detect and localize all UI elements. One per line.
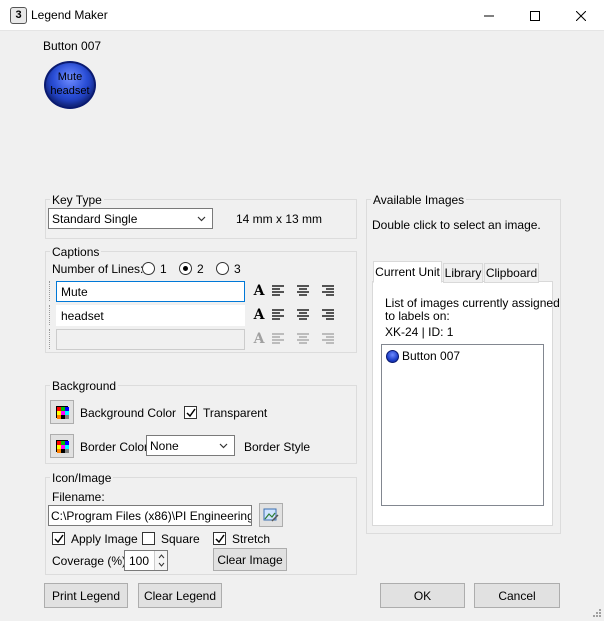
tab-current-unit[interactable]: Current Unit — [373, 261, 442, 283]
chevron-down-icon — [219, 443, 228, 449]
font-icon: A — [253, 331, 265, 347]
available-images-group-label: Available Images — [371, 193, 467, 207]
stepper-arrows[interactable] — [154, 551, 167, 570]
resize-grip[interactable] — [590, 606, 602, 621]
square-checkbox[interactable] — [142, 532, 155, 545]
list-item-label: Button 007 — [402, 349, 461, 363]
align-center-icon[interactable] — [296, 284, 310, 301]
number-of-lines-label: Number of Lines: — [52, 262, 144, 276]
caption-row-grip — [49, 329, 52, 349]
apply-image-label: Apply Image — [71, 532, 138, 546]
key-type-select[interactable]: Standard Single — [48, 208, 213, 229]
resize-grip-icon — [593, 609, 601, 617]
align-right-icon[interactable] — [321, 284, 335, 301]
align-right-icon[interactable] — [321, 308, 335, 325]
chevron-down-icon — [197, 216, 206, 222]
background-color-label: Background Color — [80, 406, 177, 420]
font-icon[interactable]: A — [250, 306, 268, 324]
square-label: Square — [161, 532, 200, 546]
image-browse-icon — [263, 508, 279, 522]
tab-library[interactable]: Library — [443, 263, 483, 283]
border-style-label: Border Style — [244, 440, 311, 454]
transparent-label: Transparent — [203, 406, 268, 420]
lines-radio-1-label: 1 — [160, 262, 167, 276]
color-palette-icon — [56, 406, 69, 419]
print-legend-button[interactable]: Print Legend — [44, 583, 128, 608]
align-left-icon — [271, 332, 285, 349]
coverage-stepper[interactable]: 100 — [124, 550, 168, 571]
font-icon[interactable]: A — [250, 282, 268, 300]
caption-row-grip — [49, 305, 52, 325]
close-icon — [576, 10, 586, 21]
window-title: Legend Maker — [31, 8, 108, 22]
align-center-icon — [296, 332, 310, 349]
checkmark-icon — [186, 408, 196, 418]
color-palette-icon — [56, 440, 69, 453]
align-left-icon[interactable] — [271, 308, 285, 325]
checkmark-icon — [215, 534, 225, 544]
lines-radio-2-label: 2 — [197, 262, 204, 276]
background-color-button[interactable] — [50, 400, 74, 424]
cancel-button[interactable]: Cancel — [474, 583, 560, 608]
preview-caption-line1: Mute — [57, 71, 83, 83]
apply-image-checkbox[interactable] — [52, 532, 65, 545]
ok-button[interactable]: OK — [380, 583, 465, 608]
images-desc-line1: List of images currently assigned — [385, 296, 560, 310]
lines-radio-2[interactable] — [179, 262, 192, 275]
transparent-checkbox[interactable] — [184, 406, 197, 419]
key-type-value: Standard Single — [52, 212, 138, 226]
coverage-label: Coverage (%) — [52, 554, 127, 568]
preview-caption-line2: headset — [50, 85, 90, 97]
caption-line3-input[interactable] — [56, 329, 245, 350]
border-color-button[interactable] — [50, 434, 74, 458]
caption-line2-input[interactable]: headset — [56, 305, 245, 326]
lines-radio-3-label: 3 — [234, 262, 241, 276]
maximize-icon — [530, 10, 540, 21]
background-group-label: Background — [50, 379, 119, 393]
minimize-button[interactable] — [466, 0, 512, 31]
tab-clipboard[interactable]: Clipboard — [484, 263, 539, 283]
stretch-checkbox[interactable] — [213, 532, 226, 545]
border-color-label: Border Color — [80, 440, 149, 454]
list-item[interactable]: Button 007 — [385, 348, 505, 364]
clear-legend-button[interactable]: Clear Legend — [138, 583, 222, 608]
checkmark-icon — [54, 534, 64, 544]
app-icon: 3 — [10, 7, 27, 24]
key-type-group-label: Key Type — [50, 193, 104, 207]
filename-input[interactable]: C:\Program Files (x86)\PI Engineering\Ma — [48, 505, 252, 526]
icon-image-group-label: Icon/Image — [50, 471, 114, 485]
caption-row-grip — [49, 281, 52, 301]
title-bar[interactable]: 3 Legend Maker — [0, 0, 604, 31]
close-button[interactable] — [558, 0, 604, 31]
filename-label: Filename: — [52, 490, 105, 504]
images-desc-line2: to labels on: — [385, 309, 450, 323]
legend-preview: Mute headset — [44, 61, 96, 109]
spin-arrows-icon — [158, 554, 165, 567]
images-listbox[interactable]: Button 007 — [381, 344, 544, 506]
button-image-icon — [386, 350, 399, 363]
available-images-hint: Double click to select an image. — [372, 218, 541, 232]
captions-group-label: Captions — [50, 245, 102, 259]
border-style-value: None — [150, 439, 179, 453]
align-left-icon[interactable] — [271, 284, 285, 301]
lines-radio-3[interactable] — [216, 262, 229, 275]
unit-info: XK-24 | ID: 1 — [385, 325, 454, 339]
caption-line1-input[interactable]: Mute — [56, 281, 245, 302]
preview-label: Button 007 — [43, 39, 102, 53]
align-right-icon — [321, 332, 335, 349]
align-center-icon[interactable] — [296, 308, 310, 325]
lines-radio-1[interactable] — [142, 262, 155, 275]
key-dimensions: 14 mm x 13 mm — [236, 212, 323, 226]
stretch-label: Stretch — [232, 532, 271, 546]
browse-image-button[interactable] — [259, 503, 283, 527]
border-style-select[interactable]: None — [146, 435, 235, 456]
minimize-icon — [484, 15, 494, 16]
maximize-button[interactable] — [512, 0, 558, 31]
clear-image-button[interactable]: Clear Image — [213, 548, 287, 571]
